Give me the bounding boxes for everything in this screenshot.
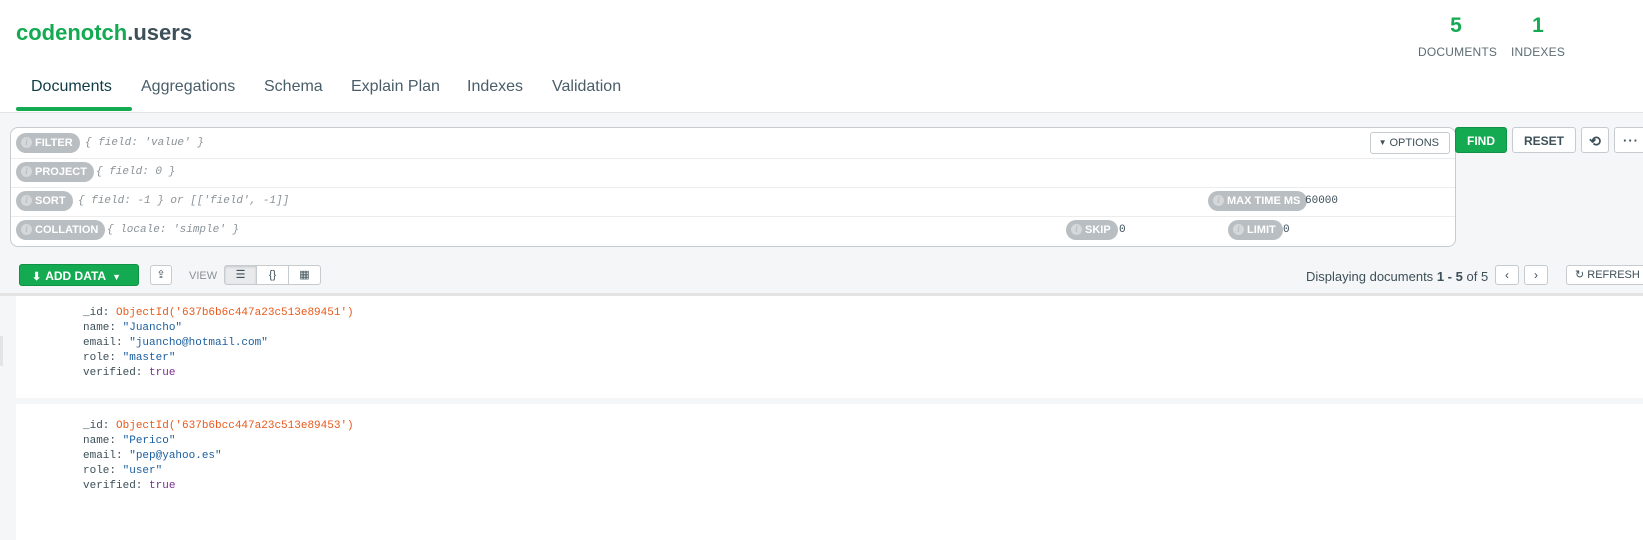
- sort-row: i SORT { field: -1 } or [['field', -1]] i…: [11, 186, 1455, 217]
- filter-label[interactable]: i FILTER: [16, 133, 80, 153]
- project-label[interactable]: i PROJECT: [16, 162, 94, 182]
- collection-tabs: Documents Aggregations Schema Explain Pl…: [0, 70, 1643, 113]
- tab-validation[interactable]: Validation: [552, 78, 621, 108]
- indexes-count: 1: [1532, 14, 1544, 37]
- max-time-ms-input[interactable]: 60000: [1305, 195, 1338, 207]
- more-options-button[interactable]: ···: [1614, 127, 1643, 153]
- caret-down-icon: ▼: [1378, 138, 1387, 147]
- add-data-button[interactable]: ⬇ ADD DATA ▼: [19, 264, 139, 286]
- project-row: i PROJECT { field: 0 }: [11, 157, 1455, 188]
- prev-page-button[interactable]: ‹: [1495, 265, 1519, 285]
- info-icon: i: [21, 166, 32, 177]
- filter-input[interactable]: { field: 'value' }: [85, 137, 204, 149]
- database-name: codenotch: [16, 20, 128, 45]
- documents-stat: 5 DOCUMENTS: [1418, 14, 1498, 59]
- documents-label: DOCUMENTS: [1418, 45, 1498, 59]
- find-button[interactable]: FIND: [1455, 127, 1507, 153]
- tab-indexes[interactable]: Indexes: [467, 78, 523, 108]
- download-icon: ⬇: [32, 271, 42, 283]
- indexes-label: INDEXES: [1510, 45, 1566, 59]
- view-label: VIEW: [189, 270, 218, 282]
- info-icon: i: [21, 224, 32, 235]
- collation-row: i COLLATION { locale: 'simple' } i SKIP 0 …: [11, 215, 1455, 245]
- sort-label[interactable]: i SORT: [16, 191, 73, 211]
- field-role: role: "master": [83, 352, 176, 364]
- collection-title: codenotch.users: [16, 20, 192, 46]
- query-history-button[interactable]: ⟲: [1581, 127, 1609, 153]
- list-view-icon: ☰: [235, 269, 246, 281]
- project-input[interactable]: { field: 0 }: [96, 166, 175, 178]
- collection-name: .users: [127, 20, 193, 45]
- info-icon: i: [1213, 195, 1224, 206]
- scroll-edge: [0, 336, 3, 366]
- query-bar-area: i FILTER { field: 'value' } ▼ OPTIONS i PRO…: [0, 113, 1643, 257]
- reset-button[interactable]: RESET: [1512, 127, 1576, 153]
- document-card[interactable]: _id: ObjectId('637b6bcc447a23c513e89453'…: [16, 404, 1643, 540]
- sort-input[interactable]: { field: -1 } or [['field', -1]]: [78, 195, 289, 207]
- query-bar: i FILTER { field: 'value' } ▼ OPTIONS i PRO…: [10, 127, 1456, 247]
- collection-header: codenotch.users 5 DOCUMENTS 1 INDEXES: [0, 0, 1643, 70]
- skip-label[interactable]: i SKIP: [1066, 220, 1118, 240]
- more-icon: ···: [1623, 133, 1639, 148]
- refresh-icon: ↻: [1575, 269, 1585, 281]
- field-role: role: "user": [83, 465, 163, 477]
- table-view-icon: ▦: [299, 269, 310, 281]
- field-id: _id: ObjectId('637b6b6c447a23c513e89451'…: [83, 307, 354, 319]
- chevron-right-icon: ›: [1534, 268, 1538, 282]
- tab-schema[interactable]: Schema: [264, 78, 323, 108]
- json-view-button[interactable]: {}: [256, 265, 289, 285]
- chevron-left-icon: ‹: [1505, 268, 1509, 282]
- history-icon: ⟲: [1589, 133, 1601, 149]
- document-card[interactable]: _id: ObjectId('637b6b6c447a23c513e89451'…: [16, 296, 1643, 398]
- pagination-summary: Displaying documents 1 - 5 of 5: [1306, 269, 1489, 284]
- field-name: name: "Perico": [83, 435, 176, 447]
- options-button[interactable]: ▼ OPTIONS: [1369, 132, 1450, 154]
- caret-down-icon: ▼: [112, 272, 122, 282]
- list-view-button[interactable]: ☰: [224, 265, 257, 285]
- limit-label[interactable]: i LIMIT: [1228, 220, 1283, 240]
- export-icon: ⇪: [156, 269, 166, 281]
- table-view-button[interactable]: ▦: [288, 265, 321, 285]
- tab-documents[interactable]: Documents: [31, 78, 112, 108]
- max-time-ms-label[interactable]: i MAX TIME MS: [1208, 191, 1308, 211]
- documents-list: _id: ObjectId('637b6b6c447a23c513e89451'…: [0, 296, 1643, 540]
- refresh-button[interactable]: ↻ REFRESH: [1566, 265, 1643, 285]
- field-email: email: "juancho@hotmail.com": [83, 337, 268, 349]
- filter-row: i FILTER { field: 'value' } ▼ OPTIONS: [11, 128, 1455, 159]
- json-view-icon: {}: [268, 269, 277, 281]
- field-verified: verified: true: [83, 367, 176, 379]
- documents-toolbar: ⬇ ADD DATA ▼ ⇪ VIEW ☰ {} ▦ Displaying docu…: [0, 257, 1643, 296]
- tab-explain-plan[interactable]: Explain Plan: [351, 78, 440, 108]
- tab-aggregations[interactable]: Aggregations: [141, 78, 235, 108]
- field-email: email: "pep@yahoo.es": [83, 450, 222, 462]
- indexes-stat: 1 INDEXES: [1508, 14, 1568, 59]
- info-icon: i: [21, 137, 32, 148]
- collation-input[interactable]: { locale: 'simple' }: [107, 224, 239, 236]
- documents-count: 5: [1450, 14, 1462, 37]
- info-icon: i: [1233, 224, 1244, 235]
- next-page-button[interactable]: ›: [1524, 265, 1548, 285]
- active-tab-indicator: [16, 107, 132, 111]
- info-icon: i: [21, 195, 32, 206]
- field-verified: verified: true: [83, 480, 176, 492]
- field-name: name: "Juancho": [83, 322, 183, 334]
- collation-label[interactable]: i COLLATION: [16, 220, 106, 240]
- field-id: _id: ObjectId('637b6bcc447a23c513e89453'…: [83, 420, 354, 432]
- limit-input[interactable]: 0: [1283, 224, 1290, 236]
- skip-input[interactable]: 0: [1119, 224, 1126, 236]
- export-button[interactable]: ⇪: [150, 265, 172, 285]
- info-icon: i: [1071, 224, 1082, 235]
